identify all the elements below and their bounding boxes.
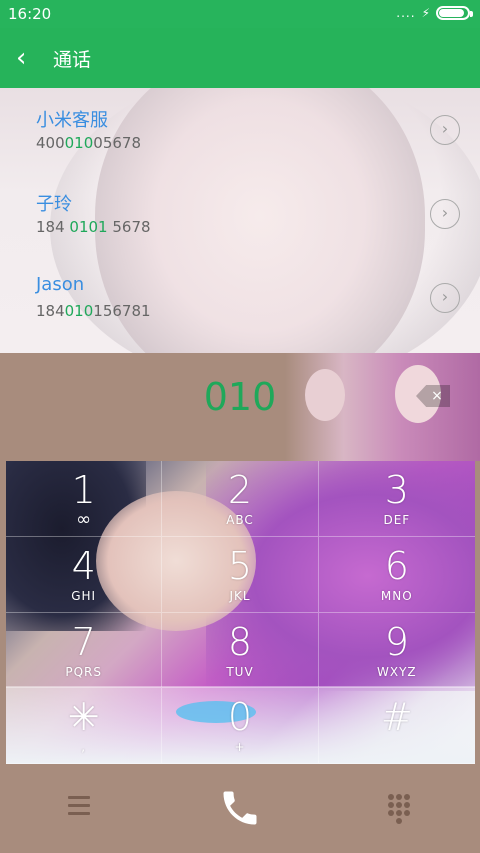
key-letters: PQRS: [65, 664, 102, 679]
key-8[interactable]: 8 TUV: [162, 612, 319, 689]
key-letters: GHI: [71, 588, 97, 603]
contact-detail-button[interactable]: ›: [430, 283, 460, 313]
menu-line: [68, 812, 90, 815]
number-prefix: 184: [36, 302, 65, 320]
charging-icon: ⚡: [421, 6, 430, 20]
contact-detail-button[interactable]: ›: [430, 115, 460, 145]
contact-number: 184 0101 5678: [36, 218, 151, 236]
call-button[interactable]: [218, 786, 262, 830]
key-7[interactable]: 7 PQRS: [6, 612, 163, 689]
key-1[interactable]: 1 ∞: [6, 461, 163, 537]
status-icons: .... ⚡: [396, 6, 473, 20]
number-suffix: 05678: [93, 134, 141, 152]
battery-icon: [436, 6, 473, 20]
keypad-grid: 1 ∞ 2 ABC 3 DEF 4 GHI 5 JKL 6 MNO 7 PQRS 8 TUV 9 WXYZ ✳, 0 +…: [6, 461, 475, 764]
search-results: 小米客服 40001005678 › 子玲 184 0101 5678 › Jason 184…: [0, 88, 480, 353]
number-suffix: 5678: [107, 218, 151, 236]
contact-name: 子玲: [36, 194, 72, 215]
key-5[interactable]: 5 JKL: [162, 536, 319, 613]
key-digit: 1: [71, 468, 96, 512]
key-digit: 3: [384, 468, 409, 512]
key-0[interactable]: 0 +: [162, 688, 319, 764]
page-title: 通话: [53, 49, 92, 71]
number-entry: 010 ×: [0, 353, 480, 461]
key-6[interactable]: 6 MNO: [318, 537, 475, 613]
bottom-bar: [0, 764, 480, 853]
number-suffix: 156781: [93, 302, 151, 320]
voicemail-icon: ∞: [76, 509, 92, 530]
key-3[interactable]: 3 DEF: [318, 461, 475, 537]
key-letters: ABC: [226, 513, 254, 527]
number-match: 0101: [69, 218, 108, 236]
key-letters: MNO: [380, 588, 413, 603]
back-button[interactable]: ‹: [16, 38, 26, 78]
key-4[interactable]: 4 GHI: [6, 536, 163, 613]
keypad-toggle-button[interactable]: [388, 794, 412, 824]
menu-line: [68, 804, 90, 807]
key-letters: JKL: [229, 588, 251, 603]
phone-icon: [223, 791, 257, 825]
key-digit: 6: [384, 543, 409, 588]
key-2[interactable]: 2 ABC: [162, 461, 319, 537]
key-letters: WXYZ: [377, 664, 417, 679]
contact-detail-button[interactable]: ›: [430, 199, 460, 229]
status-time: 16:20: [8, 5, 52, 23]
key-star[interactable]: ✳,: [6, 688, 163, 764]
contact-result-row[interactable]: 小米客服 40001005678 ›: [0, 88, 480, 172]
number-match: 010: [64, 134, 94, 152]
key-digit: 0: [227, 695, 253, 740]
menu-button[interactable]: [66, 794, 94, 818]
key-letters: DEF: [383, 513, 411, 527]
number-prefix: 184: [36, 218, 70, 236]
key-letters: +: [234, 740, 246, 755]
dialed-number: 010: [203, 375, 277, 419]
menu-line: [68, 796, 90, 799]
contact-number: 40001005678: [36, 134, 141, 152]
contact-name: Jason: [36, 274, 85, 295]
key-letters: TUV: [226, 664, 254, 679]
key-digit: 2: [227, 468, 253, 512]
key-digit: #: [380, 695, 413, 740]
signal-icon: ....: [396, 6, 416, 20]
key-digit: 8: [227, 619, 253, 664]
contact-number: 184010156781: [36, 302, 151, 320]
key-digit: 4: [71, 543, 96, 588]
contact-result-row[interactable]: 子玲 184 0101 5678 ›: [0, 172, 480, 256]
key-digit: ✳: [67, 695, 100, 740]
key-digit: 9: [384, 619, 409, 664]
key-digit: 7: [71, 619, 96, 664]
key-9[interactable]: 9 WXYZ: [318, 613, 475, 689]
key-hash[interactable]: #: [318, 688, 475, 764]
number-prefix: 400: [36, 134, 65, 152]
key-digit: 5: [227, 543, 253, 588]
contact-result-row[interactable]: Jason 184010156781 ›: [0, 256, 480, 340]
status-bar: 16:20 .... ⚡: [0, 0, 480, 28]
contact-name: 小米客服: [36, 110, 108, 131]
number-match: 010: [64, 302, 94, 320]
app-bar: ‹ 通话: [0, 28, 480, 88]
key-letters: ,: [81, 740, 87, 755]
dial-keypad: 1 ∞ 2 ABC 3 DEF 4 GHI 5 JKL 6 MNO 7 PQRS 8 TUV 9 WXYZ ✳, 0 +…: [6, 461, 475, 764]
